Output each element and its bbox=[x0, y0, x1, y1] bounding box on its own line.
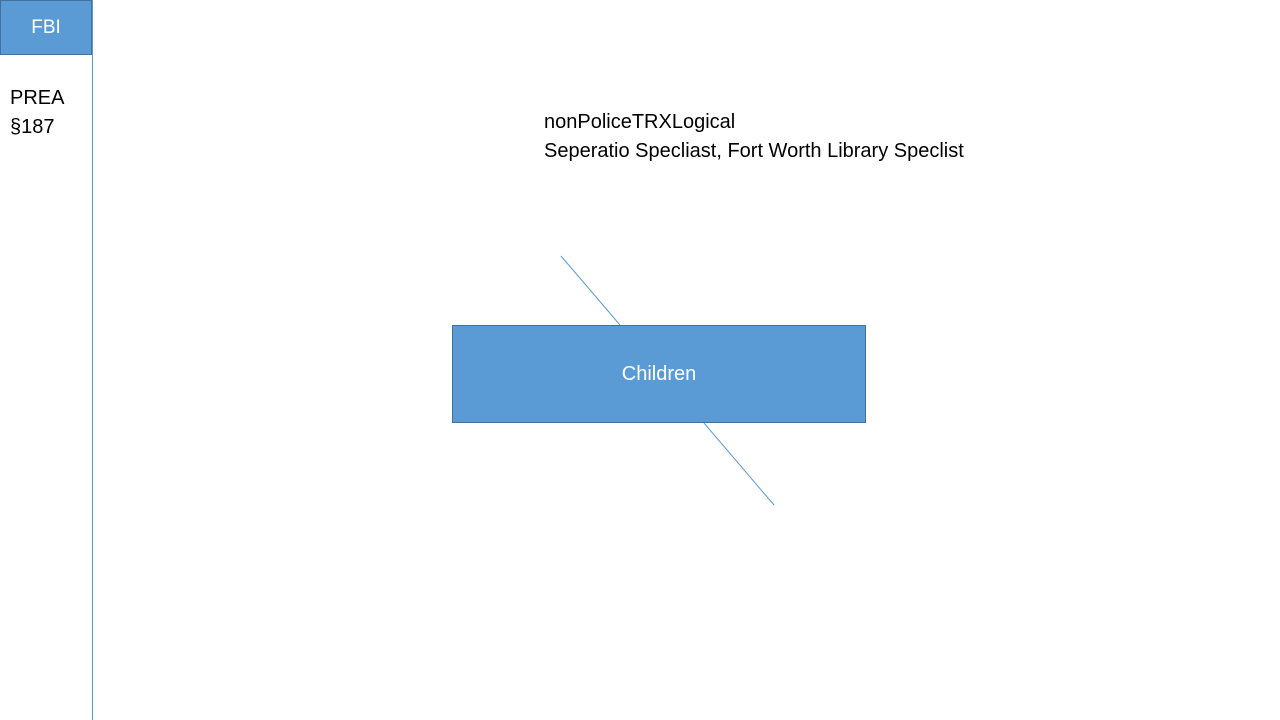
children-box[interactable]: Children bbox=[452, 325, 866, 423]
fbi-box-label: FBI bbox=[31, 16, 61, 38]
connector-line-upper bbox=[560, 255, 621, 326]
vertical-divider-line bbox=[92, 0, 93, 720]
slide-canvas: FBI PREA §187 nonPoliceTRXLogical Sepera… bbox=[0, 0, 1280, 720]
heading-line-2: Seperatio Specliast, Fort Worth Library … bbox=[544, 140, 964, 162]
side-note: PREA §187 bbox=[10, 84, 64, 142]
connector-line-lower bbox=[703, 422, 775, 506]
side-note-line-1: PREA bbox=[10, 87, 65, 109]
heading-line-1: nonPoliceTRXLogical bbox=[544, 111, 736, 133]
side-note-line-2: §187 bbox=[10, 116, 55, 138]
heading-text: nonPoliceTRXLogical Seperatio Specliast,… bbox=[544, 108, 964, 166]
children-box-label: Children bbox=[621, 362, 697, 385]
fbi-box[interactable]: FBI bbox=[0, 0, 92, 55]
